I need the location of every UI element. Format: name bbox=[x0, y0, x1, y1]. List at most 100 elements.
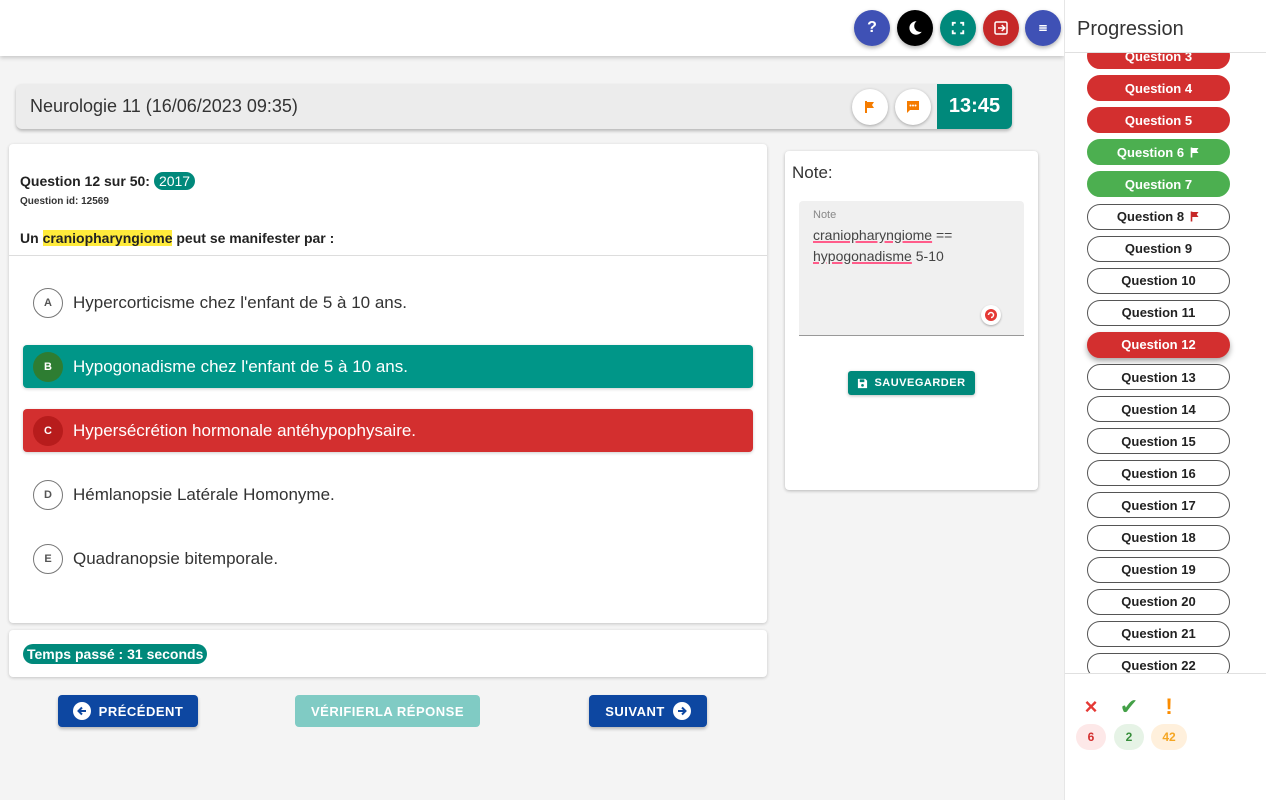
sidebar-item-question[interactable]: Question 10 bbox=[1087, 267, 1230, 294]
note-text-rest: 5-10 bbox=[911, 248, 944, 264]
option-b[interactable]: B Hypogonadisme chez l'enfant de 5 à 10 … bbox=[23, 345, 753, 388]
sidebar-item-label: Question 16 bbox=[1121, 465, 1196, 481]
menu-icon bbox=[1039, 25, 1047, 31]
sidebar-item-label: Question 18 bbox=[1121, 530, 1196, 545]
question-stem: Un craniopharyngiome peut se manifester … bbox=[20, 230, 334, 246]
comment-button[interactable] bbox=[895, 89, 931, 125]
sidebar-item-question[interactable]: Question 16 bbox=[1087, 460, 1230, 487]
sidebar-item-label: Question 14 bbox=[1121, 401, 1196, 417]
wrong-icon: × bbox=[1084, 694, 1098, 719]
stat-correct: ✔ 2 bbox=[1114, 694, 1144, 750]
question-number-label: Question 12 sur 50: bbox=[20, 173, 150, 189]
next-label: SUIVANT bbox=[605, 703, 665, 719]
time-spent-badge: Temps passé : 31 seconds bbox=[23, 644, 208, 664]
sidebar-item-question[interactable]: Question 21 bbox=[1087, 620, 1230, 647]
question-number: Question 12 sur 50: 2017 bbox=[20, 172, 196, 190]
help-button[interactable]: ? bbox=[854, 10, 890, 46]
sidebar-item-question[interactable]: Question 7 bbox=[1087, 171, 1230, 198]
flag-question-button[interactable] bbox=[852, 89, 888, 125]
option-text: Quadranopsie bitemporale. bbox=[73, 548, 279, 568]
sidebar-item-question[interactable]: Question 12 bbox=[1087, 331, 1230, 358]
sidebar-item-label: Question 4 bbox=[1124, 80, 1193, 96]
grammar-check-icon[interactable] bbox=[981, 305, 1001, 325]
sidebar-item-label: Question 8 bbox=[1116, 209, 1185, 224]
exam-title: Neurologie 11 (16/06/2023 09:35) bbox=[30, 96, 298, 116]
year-badge: 2017 bbox=[153, 172, 196, 190]
sidebar-item-label: Question 15 bbox=[1121, 433, 1196, 449]
wrong-count: 6 bbox=[1076, 724, 1106, 750]
flag-icon bbox=[1190, 211, 1199, 222]
sidebar-item-question[interactable]: Question 9 bbox=[1087, 235, 1230, 262]
progression-sidebar: Progression Question 3 Question 4 Question… bbox=[1064, 0, 1266, 800]
save-note-button[interactable]: SAUVEGARDER bbox=[848, 371, 975, 395]
flag-icon bbox=[1190, 147, 1199, 158]
check-icon: ✔ bbox=[1119, 694, 1139, 719]
sidebar-item-question[interactable]: Question 3 bbox=[1087, 53, 1230, 69]
arrow-right-icon bbox=[672, 702, 691, 720]
note-text-rest: == bbox=[932, 227, 953, 243]
comment-icon bbox=[907, 101, 919, 113]
sidebar-item-question[interactable]: Question 8 bbox=[1087, 203, 1230, 230]
sidebar-item-label: Question 6 bbox=[1116, 144, 1185, 160]
sidebar-item-question[interactable]: Question 13 bbox=[1087, 364, 1230, 390]
next-button[interactable]: SUIVANT bbox=[589, 695, 707, 727]
fullscreen-button[interactable] bbox=[940, 10, 976, 46]
sidebar-item-label: Question 9 bbox=[1124, 241, 1193, 257]
stem-highlight: craniopharyngiome bbox=[42, 230, 173, 246]
sidebar-item-question[interactable]: Question 22 bbox=[1087, 652, 1230, 673]
question-card: Question 12 sur 50: 2017 Question id: 12… bbox=[9, 144, 767, 623]
option-d[interactable]: D Hémlanopsie Latérale Homonyme. bbox=[23, 473, 753, 516]
stem-prefix: Un bbox=[20, 230, 43, 246]
exit-button[interactable] bbox=[983, 10, 1019, 46]
sidebar-item-question[interactable]: Question 19 bbox=[1087, 556, 1230, 583]
note-card: Note: Note craniopharyngiome == hypogona… bbox=[785, 151, 1038, 490]
menu-button[interactable] bbox=[1025, 10, 1061, 46]
note-content: craniopharyngiome == hypogonadisme 5-10 bbox=[813, 225, 1003, 267]
sidebar-item-question[interactable]: Question 20 bbox=[1087, 588, 1230, 615]
sidebar-item-label: Question 20 bbox=[1121, 594, 1196, 610]
option-letter: C bbox=[33, 415, 63, 446]
question-id: Question id: 12569 bbox=[20, 196, 109, 207]
correct-count: 2 bbox=[1114, 724, 1144, 750]
sidebar-item-question[interactable]: Question 18 bbox=[1087, 524, 1230, 551]
previous-button[interactable]: PRÉCÉDENT bbox=[58, 695, 198, 727]
note-title: Note: bbox=[792, 163, 833, 182]
exclamation-icon: ! bbox=[1165, 694, 1173, 719]
option-text: Hypercorticisme chez l'enfant de 5 à 10 … bbox=[73, 292, 407, 312]
sidebar-item-question[interactable]: Question 14 bbox=[1087, 396, 1230, 423]
dark-mode-button[interactable] bbox=[897, 10, 933, 46]
sidebar-item-question[interactable]: Question 6 bbox=[1087, 139, 1230, 166]
verify-label: VÉRIFIERLA RÉPONSE bbox=[311, 703, 464, 719]
sidebar-item-label: Question 12 bbox=[1121, 337, 1196, 353]
sidebar-item-question[interactable]: Question 4 bbox=[1087, 75, 1230, 102]
option-letter: A bbox=[33, 287, 63, 318]
sidebar-item-question[interactable]: Question 17 bbox=[1087, 492, 1230, 519]
note-field-label: Note bbox=[813, 209, 837, 221]
option-e[interactable]: E Quadranopsie bitemporale. bbox=[23, 537, 753, 580]
stat-pending: ! 42 bbox=[1151, 694, 1187, 750]
floppy-disk-icon bbox=[858, 378, 868, 388]
sidebar-item-label: Question 17 bbox=[1121, 497, 1196, 513]
option-text: Hémlanopsie Latérale Homonyme. bbox=[73, 484, 335, 504]
sidebar-item-label: Question 21 bbox=[1121, 626, 1196, 642]
sidebar-item-question[interactable]: Question 15 bbox=[1087, 428, 1230, 455]
exam-header: Neurologie 11 (16/06/2023 09:35) 13:45 bbox=[16, 84, 1012, 129]
pending-count: 42 bbox=[1151, 724, 1187, 750]
option-text: Hypogonadisme chez l'enfant de 5 à 10 an… bbox=[73, 356, 408, 376]
sidebar-item-label: Question 3 bbox=[1124, 53, 1193, 64]
verify-answer-button[interactable]: VÉRIFIERLA RÉPONSE bbox=[295, 695, 480, 727]
sidebar-item-question[interactable]: Question 5 bbox=[1087, 107, 1230, 134]
sidebar-item-label: Question 13 bbox=[1121, 369, 1196, 385]
option-a[interactable]: A Hypercorticisme chez l'enfant de 5 à 1… bbox=[23, 281, 753, 324]
sidebar-item-label: Question 5 bbox=[1124, 112, 1193, 128]
sidebar-item-question[interactable]: Question 11 bbox=[1087, 299, 1230, 326]
arrow-left-icon bbox=[72, 702, 91, 720]
question-list[interactable]: Question 3 Question 4 Question 5 Question 6… bbox=[1065, 53, 1266, 673]
note-textarea[interactable]: Note craniopharyngiome == hypogonadisme … bbox=[799, 201, 1024, 336]
option-letter: E bbox=[33, 543, 63, 574]
sidebar-title: Progression bbox=[1077, 18, 1184, 40]
top-bar: ? bbox=[0, 0, 1064, 56]
option-c[interactable]: C Hypersécrétion hormonale antéhypophysa… bbox=[23, 409, 753, 452]
stem-suffix: peut se manifester par : bbox=[172, 230, 335, 246]
flag-icon bbox=[865, 101, 874, 113]
